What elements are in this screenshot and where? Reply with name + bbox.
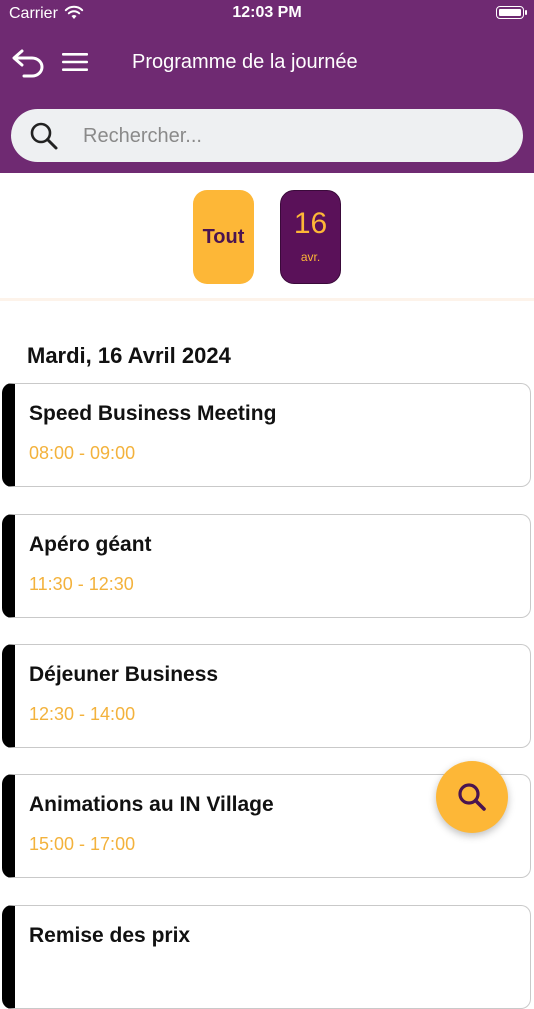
event-title: Speed Business Meeting — [29, 402, 277, 425]
event-title: Animations au IN Village — [29, 793, 274, 816]
filter-date-button[interactable]: 16 avr. — [280, 190, 341, 284]
back-arrow-icon[interactable] — [10, 46, 46, 78]
search-icon — [30, 122, 58, 150]
event-title: Déjeuner Business — [29, 663, 219, 686]
search-icon — [458, 783, 486, 811]
page-title: Programme de la journée — [132, 51, 358, 73]
event-title: Remise des prix — [29, 924, 191, 947]
top-bar: Carrier 12:03 PM Programme de la journée — [0, 0, 534, 173]
date-filter-bar: Tout 16 avr. — [0, 173, 534, 301]
event-card[interactable]: Speed Business Meeting 08:00 - 09:00 — [2, 383, 531, 487]
filter-date-month: avr. — [300, 250, 321, 264]
battery-icon — [496, 6, 527, 19]
search-input[interactable] — [81, 119, 505, 154]
event-time: 11:30 - 12:30 — [29, 574, 134, 594]
navigation-bar: Programme de la journée — [0, 38, 534, 88]
hamburger-menu-icon[interactable] — [62, 52, 88, 72]
clock: 12:03 PM — [232, 4, 302, 21]
search-bar[interactable] — [11, 109, 523, 162]
filter-all-label: Tout — [202, 225, 245, 248]
search-fab-button[interactable] — [436, 761, 508, 833]
event-card[interactable]: Apéro géant 11:30 - 12:30 — [2, 514, 531, 618]
event-time: 15:00 - 17:00 — [29, 834, 136, 854]
event-card[interactable]: Remise des prix — [2, 905, 531, 1009]
event-time: 12:30 - 14:00 — [29, 704, 136, 724]
filter-all-button[interactable]: Tout — [193, 190, 254, 284]
status-bar: Carrier 12:03 PM — [0, 0, 534, 28]
event-time: 08:00 - 09:00 — [29, 443, 136, 463]
event-title: Apéro géant — [29, 533, 152, 556]
day-heading: Mardi, 16 Avril 2024 — [27, 343, 231, 368]
event-card[interactable]: Déjeuner Business 12:30 - 14:00 — [2, 644, 531, 748]
filter-date-day: 16 — [293, 207, 328, 240]
